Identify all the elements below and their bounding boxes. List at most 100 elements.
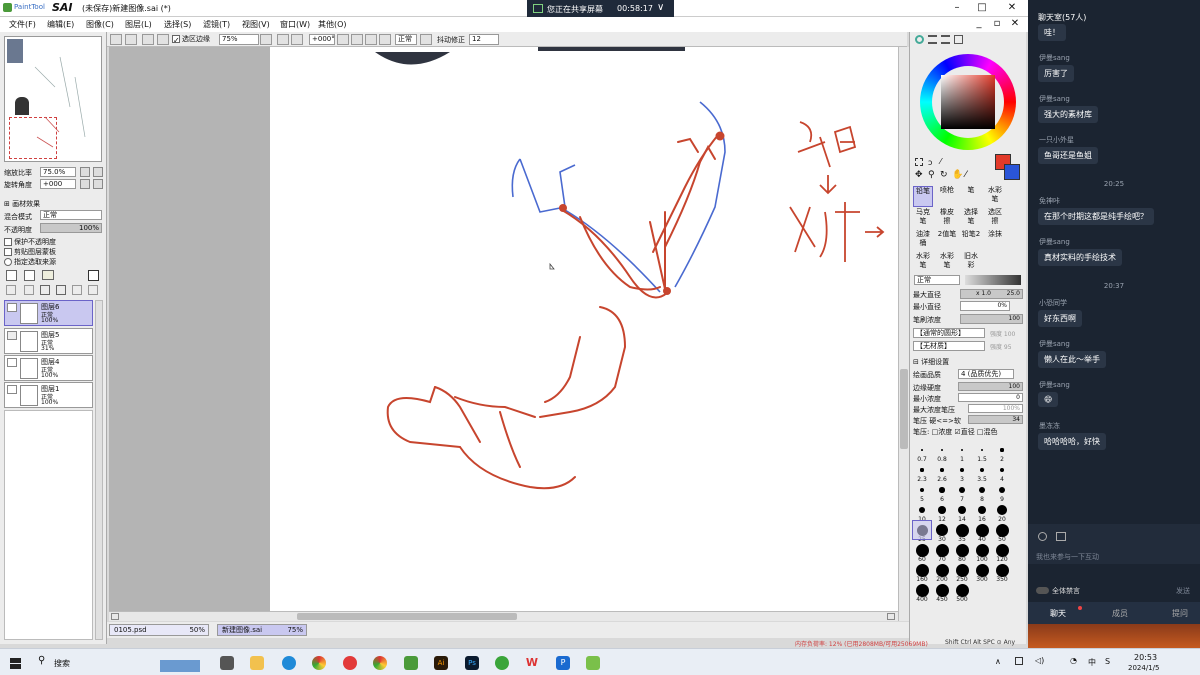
layer-item-4[interactable]: 图层4 正常 100% (4, 355, 93, 381)
delete-layer-icon[interactable] (56, 285, 66, 295)
brush-size-dot[interactable] (977, 505, 987, 515)
lasso-icon[interactable]: ↄ (928, 158, 932, 167)
new-linework-layer-icon[interactable] (24, 270, 35, 281)
zoom-in-button[interactable] (291, 34, 303, 45)
select-all-button[interactable] (110, 34, 122, 45)
brush-size-dot[interactable] (939, 487, 945, 493)
sai-icon[interactable] (404, 656, 418, 670)
photoshop-icon[interactable]: Ps (465, 656, 479, 670)
select-source-radio[interactable] (4, 258, 12, 266)
brush-size-dot[interactable] (938, 506, 946, 514)
hsv-slider-tab-icon[interactable] (941, 35, 950, 44)
brush-size-dot[interactable] (995, 523, 1009, 537)
brush-size-dot[interactable] (995, 563, 1009, 577)
merge-down-icon[interactable] (24, 285, 34, 295)
new-layer-icon[interactable] (6, 270, 17, 281)
layer-mask-icon[interactable] (88, 270, 99, 281)
color-sv-square[interactable] (941, 75, 995, 129)
brush-size-dot[interactable] (915, 563, 929, 577)
tab-members[interactable]: 成员 (1112, 608, 1128, 619)
menu-edit[interactable]: 编辑(E) (47, 19, 74, 30)
doc-tab-new-image[interactable]: 新建图像.sai 75% (217, 624, 307, 636)
rotate-left-small-button[interactable] (80, 179, 90, 189)
menu-filter[interactable]: 滤镜(T) (203, 19, 230, 30)
brush-shape-select[interactable]: 【通常的圆形】 (913, 328, 985, 338)
clipping-checkbox[interactable] (4, 248, 12, 256)
brush-size-dot[interactable] (1000, 448, 1004, 452)
file-explorer-icon[interactable] (250, 656, 264, 670)
quality-select[interactable]: 4 (品质优先) (958, 369, 1014, 379)
app-red-icon[interactable] (343, 656, 357, 670)
reset-rotate-button[interactable] (365, 34, 377, 45)
eyedropper-icon[interactable]: ⁄ (965, 170, 967, 180)
brush-size-dot[interactable] (980, 448, 984, 452)
zoom-field[interactable]: 75% (219, 34, 259, 45)
vertical-scroll-thumb[interactable] (900, 369, 908, 449)
vertical-scrollbar[interactable] (898, 47, 909, 621)
edge-hardness-slider[interactable]: 100 (958, 382, 1023, 391)
color-wheel-tab-icon[interactable] (915, 35, 924, 44)
eye-icon[interactable] (7, 303, 17, 312)
ime-lang[interactable]: 中 (1088, 657, 1096, 668)
pressure-options[interactable]: 笔压: □浓度 ☑直径 □混色 (913, 427, 998, 437)
rotate-left-button[interactable] (337, 34, 349, 45)
move-icon[interactable]: ✥ (915, 170, 923, 180)
doc-close-button[interactable]: ✕ (1008, 18, 1022, 30)
menu-image[interactable]: 图像(C) (86, 19, 114, 30)
eye-icon[interactable] (7, 358, 17, 367)
horizontal-scroll-thumb[interactable] (297, 613, 517, 620)
tool-bucket[interactable]: 油漆桶 (913, 230, 933, 251)
menu-other[interactable]: 其他(O) (318, 19, 347, 30)
texture-select[interactable]: 【无材质】 (913, 341, 985, 351)
zoom-plus-button[interactable] (93, 167, 103, 177)
chrome-2-icon[interactable] (373, 656, 387, 670)
network-icon[interactable]: ◔ (1070, 656, 1077, 665)
chevron-down-icon[interactable]: ∨ (657, 2, 664, 13)
rotate-right-small-button[interactable] (93, 179, 103, 189)
layer-item-6[interactable]: 图层6 正常 100% (4, 300, 93, 326)
chat-input[interactable]: 我也来参与一下互动 (1036, 552, 1099, 562)
zoom-tool-icon[interactable]: ⚲ (928, 170, 935, 180)
layer-item-1[interactable]: 图层1 正常 100% (4, 382, 93, 408)
rotate-value-field[interactable]: +000 (40, 179, 76, 189)
brush-size-dot[interactable] (998, 486, 1006, 494)
mode-dropdown-button[interactable] (420, 34, 432, 45)
tool-watercolor-3[interactable]: 水彩笔 (937, 252, 957, 273)
opacity-slider[interactable]: 100% (40, 223, 102, 233)
zoom-minus-button[interactable] (80, 167, 90, 177)
advanced-settings-label[interactable]: ⊟ 详细设置 (913, 357, 949, 367)
menu-layer[interactable]: 图层(L) (125, 19, 152, 30)
app-p-icon[interactable]: P (556, 656, 570, 670)
send-button[interactable]: 发送 (1176, 586, 1190, 596)
new-folder-icon[interactable] (42, 270, 54, 280)
clear-layer-icon[interactable] (40, 285, 50, 295)
brush-size-dot[interactable] (999, 467, 1005, 473)
brush-size-dot[interactable] (940, 468, 944, 472)
hand-tool-icon[interactable]: ✋ (952, 170, 963, 180)
brush-size-dot[interactable] (975, 543, 989, 557)
menu-file[interactable]: 文件(F) (9, 19, 36, 30)
blend-mode-select[interactable]: 正常 (40, 210, 102, 220)
zoom-out-button[interactable] (277, 34, 289, 45)
brush-size-dot[interactable] (935, 523, 949, 537)
brush-shape-selector[interactable] (965, 275, 1021, 285)
brush-size-dot[interactable] (955, 583, 969, 597)
weather-widget-icon[interactable] (160, 652, 200, 672)
tool-airbrush[interactable]: 喷枪 (937, 186, 957, 207)
brush-size-dot[interactable] (995, 543, 1009, 557)
invert-select-button[interactable] (142, 34, 154, 45)
max-density-pressure-slider[interactable]: 100% (968, 404, 1023, 413)
brush-size-dot[interactable] (955, 543, 969, 557)
mode-field[interactable]: 正常 (395, 34, 417, 45)
layer-item-5[interactable]: 图层5 正常 31% (4, 328, 93, 354)
select-source-checkbox[interactable]: ✓ (172, 34, 180, 45)
brush-size-dot[interactable] (935, 543, 949, 557)
deselect-button[interactable] (125, 34, 137, 45)
min-diameter-slider[interactable]: 0% (960, 301, 1010, 311)
wps-icon[interactable]: W (525, 656, 539, 670)
brush-density-slider[interactable]: 100 (960, 314, 1023, 324)
tray-app-icon[interactable] (1015, 657, 1023, 665)
tray-chevron-icon[interactable]: ∧ (995, 657, 1001, 666)
brush-size-dot[interactable] (955, 523, 969, 537)
drawing-canvas[interactable] (270, 47, 898, 611)
